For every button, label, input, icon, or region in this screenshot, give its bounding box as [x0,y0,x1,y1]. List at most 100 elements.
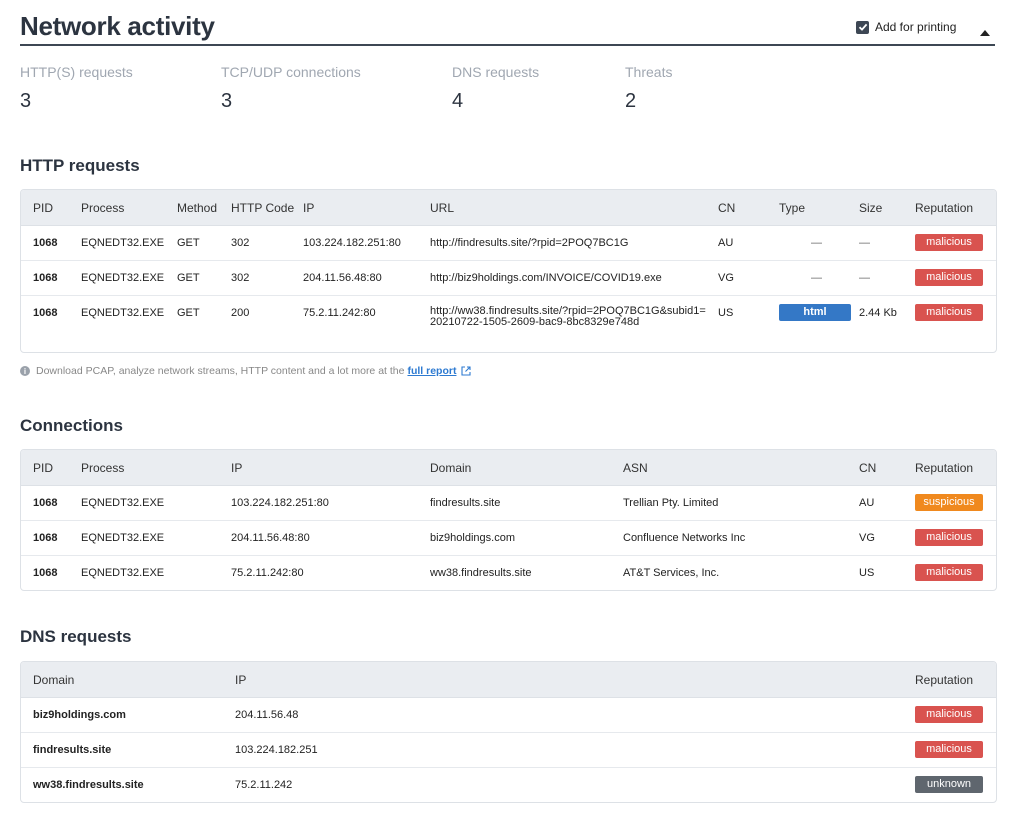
country-cell: US [718,307,734,319]
url-cell[interactable]: http://ww38.findresults.site/?rpid=2POQ7… [430,306,710,328]
method-cell: GET [177,272,200,284]
url-cell[interactable]: http://biz9holdings.com/INVOICE/COVID19.… [430,272,662,284]
column-header: HTTP Code [231,201,295,215]
stat-label: HTTP(S) requests [20,64,133,80]
table-row[interactable]: 1068 EQNEDT32.EXE 204.11.56.48:80 biz9ho… [21,521,996,556]
pcap-note: i Download PCAP, analyze network streams… [20,365,472,377]
table-row[interactable]: 1068 EQNEDT32.EXE GET 302 103.224.182.25… [21,226,996,261]
domain-cell: ww38.findresults.site [33,779,144,791]
domain-cell: findresults.site [33,744,112,756]
column-header: PID [33,461,54,475]
print-label: Add for printing [875,20,957,34]
stat-value: 2 [625,90,637,112]
size-cell: — [859,237,870,249]
table-row[interactable]: findresults.site 103.224.182.251 malicio… [21,733,996,768]
column-header: URL [430,201,455,215]
column-header: IP [231,461,243,475]
column-header: Size [859,201,883,215]
connections-title: Connections [20,416,123,435]
table-header: PID Process IP Domain ASN CN Reputation [21,450,996,486]
collapse-button[interactable] [980,23,992,36]
column-header: Process [81,461,125,475]
table-row[interactable]: 1068 EQNEDT32.EXE GET 200 75.2.11.242:80… [21,296,996,352]
stat-http-requests: HTTP(S) requests 3 [20,64,133,113]
reputation-badge: malicious [915,706,983,723]
ip-cell: 103.224.182.251:80 [303,237,401,249]
column-header: Reputation [915,673,974,687]
process-cell: EQNEDT32.EXE [81,272,165,284]
network-activity-page: Network activity Add for printing HTTP(S… [0,0,1024,833]
process-cell: EQNEDT32.EXE [81,237,165,249]
stat-value: 4 [452,90,464,112]
column-header: PID [33,201,54,215]
reputation-badge: malicious [915,564,983,581]
ip-cell: 204.11.56.48:80 [303,272,382,284]
column-header: CN [859,461,877,475]
ip-cell: 103.224.182.251:80 [231,497,329,509]
external-link-icon[interactable] [461,366,472,376]
column-header: Method [177,201,218,215]
http-code-cell: 302 [231,237,250,249]
domain-cell: biz9holdings.com [33,709,126,721]
country-cell: US [859,567,875,579]
table-row[interactable]: ww38.findresults.site 75.2.11.242 unknow… [21,768,996,802]
dns-requests-title: DNS requests [20,627,132,646]
type-badge: html [779,304,851,321]
pid-cell: 1068 [33,237,58,249]
check-icon [858,23,867,31]
country-cell: AU [718,237,734,249]
country-cell: AU [859,497,875,509]
table-header: Domain IP Reputation [21,662,996,698]
table-row[interactable]: 1068 EQNEDT32.EXE 103.224.182.251:80 fin… [21,486,996,521]
domain-cell: findresults.site [430,497,501,509]
ip-cell: 103.224.182.251 [235,744,318,756]
page-title: Network activity [20,11,215,41]
process-cell: EQNEDT32.EXE [81,497,165,509]
column-header: IP [235,673,247,687]
info-icon: i [20,366,30,376]
ip-cell: 75.2.11.242:80 [231,567,304,579]
column-header: ASN [623,461,648,475]
size-cell: — [859,272,870,284]
domain-cell: ww38.findresults.site [430,567,532,579]
table-header: PID Process Method HTTP Code IP URL CN T… [21,190,996,226]
column-header: CN [718,201,736,215]
table-row[interactable]: biz9holdings.com 204.11.56.48 malicious [21,698,996,733]
http-requests-title: HTTP requests [20,156,140,175]
section-header: Network activity Add for printing [20,0,995,46]
pid-cell: 1068 [33,497,58,509]
stat-label: DNS requests [452,64,540,80]
stat-dns-requests: DNS requests 4 [452,64,539,113]
ip-cell: 75.2.11.242 [235,779,293,791]
reputation-badge: malicious [915,269,983,286]
table-row[interactable]: 1068 EQNEDT32.EXE 75.2.11.242:80 ww38.fi… [21,556,996,590]
column-header: Process [81,201,125,215]
connections-table: PID Process IP Domain ASN CN Reputation … [20,449,997,591]
add-for-printing-toggle[interactable]: Add for printing [856,20,956,34]
asn-cell: AT&T Services, Inc. [623,567,720,579]
dns-requests-table: Domain IP Reputation biz9holdings.com 20… [20,661,997,803]
ip-cell: 75.2.11.242:80 [303,307,376,319]
country-cell: VG [859,532,875,544]
reputation-badge: unknown [915,776,983,793]
url-cell[interactable]: http://findresults.site/?rpid=2POQ7BC1G [430,237,628,249]
http-code-cell: 302 [231,272,250,284]
process-cell: EQNEDT32.EXE [81,567,165,579]
table-row[interactable]: 1068 EQNEDT32.EXE GET 302 204.11.56.48:8… [21,261,996,296]
full-report-link[interactable]: full report [407,365,456,377]
stat-value: 3 [221,90,233,112]
pid-cell: 1068 [33,307,58,319]
http-code-cell: 200 [231,307,250,319]
stat-value: 3 [20,90,32,112]
column-header: Domain [33,673,75,687]
column-header: Type [779,201,806,215]
stat-label: Threats [625,64,673,80]
pid-cell: 1068 [33,532,58,544]
http-requests-table: PID Process Method HTTP Code IP URL CN T… [20,189,997,353]
column-header: Reputation [915,201,974,215]
reputation-badge: malicious [915,304,983,321]
print-checkbox[interactable] [856,20,869,34]
size-cell: 2.44 Kb [859,307,897,319]
method-cell: GET [177,307,200,319]
caret-up-icon [980,30,990,36]
